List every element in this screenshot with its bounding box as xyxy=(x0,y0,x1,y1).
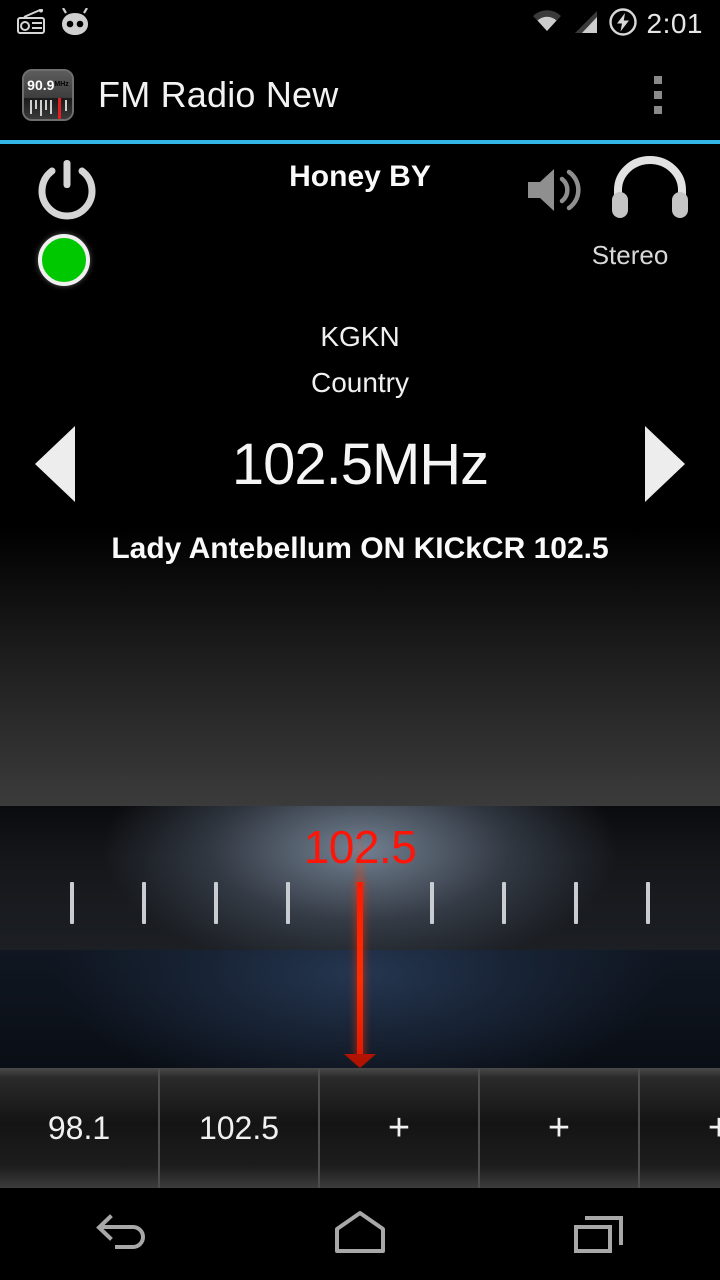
system-navigation-bar xyxy=(0,1188,720,1280)
recents-nav-button[interactable] xyxy=(520,1188,680,1280)
home-nav-icon xyxy=(329,1207,391,1262)
cell-signal-icon xyxy=(573,9,599,40)
preset-button-4[interactable]: + xyxy=(480,1068,640,1188)
frequency-row: 102.5MHz xyxy=(0,409,720,519)
station-call-sign: KGKN xyxy=(320,321,400,352)
status-bar-clock: 2:01 xyxy=(646,8,703,39)
tuner-tick xyxy=(430,882,434,924)
station-genre: Country xyxy=(310,367,410,398)
tuner-tick xyxy=(214,882,218,924)
status-bar-system-icons: 2:01 xyxy=(530,7,720,42)
preset-button-3[interactable]: + xyxy=(320,1068,480,1188)
page-title: FM Radio New xyxy=(98,74,339,115)
home-nav-button[interactable] xyxy=(280,1188,440,1280)
tuner-tick xyxy=(502,882,506,924)
preset-button-5[interactable]: + xyxy=(640,1068,720,1188)
tuner-needle[interactable] xyxy=(357,882,363,1060)
power-icon xyxy=(30,160,104,232)
rds-radio-text: Lady Antebellum ON KICkCR 102.5 xyxy=(111,532,609,565)
tuner-tick xyxy=(142,882,146,924)
preset-button-2[interactable]: 102.5 xyxy=(160,1068,320,1188)
speaker-volume-icon[interactable] xyxy=(524,162,594,223)
battery-charging-icon xyxy=(608,7,638,42)
app-icon-dial xyxy=(24,98,72,119)
tuner-tick xyxy=(70,882,74,924)
wifi-icon xyxy=(530,9,564,40)
overflow-menu-icon[interactable] xyxy=(644,66,672,124)
cyanogenmod-icon xyxy=(60,6,90,41)
current-frequency-display: 102.5MHz xyxy=(231,431,489,497)
status-bar: 2:01 xyxy=(0,0,720,48)
tuner-frequency-readout: 102.5 xyxy=(303,821,417,873)
back-nav-icon xyxy=(89,1207,151,1262)
tuner-tick xyxy=(646,882,650,924)
preset-button-bar: 98.1 102.5 + + + xyxy=(0,1068,720,1188)
stereo-mode-label: Stereo xyxy=(591,240,669,270)
app-icon-display: 90.9 MHz xyxy=(24,71,72,98)
action-bar: 90.9 MHz FM Radio New xyxy=(0,48,720,142)
status-led-indicator xyxy=(38,234,90,286)
tuner-needle-base xyxy=(344,1054,376,1068)
back-nav-button[interactable] xyxy=(40,1188,200,1280)
fm-radio-app-icon: 90.9 MHz xyxy=(22,69,74,121)
status-bar-notifications xyxy=(0,6,90,41)
preset-button-1[interactable]: 98.1 xyxy=(0,1068,160,1188)
tuner-tick xyxy=(574,882,578,924)
next-station-button[interactable] xyxy=(610,409,720,519)
fm-radio-app-screen: 2:01 90.9 MHz FM Radio New Honey BY Ster… xyxy=(0,0,720,1280)
headphone-icon xyxy=(608,156,692,227)
tuner-dial[interactable]: 102.5 xyxy=(0,806,720,1068)
fm-radio-notification-icon xyxy=(16,8,46,40)
previous-station-button[interactable] xyxy=(0,409,110,519)
tuner-tick xyxy=(286,882,290,924)
app-icon-frequency: 90.9 xyxy=(27,76,55,93)
previous-station-arrow-icon xyxy=(35,426,75,502)
radio-main-panel: Honey BY Stereo KGKN Country 102.5MHz La… xyxy=(0,144,720,806)
app-icon-needle xyxy=(58,98,61,119)
next-station-arrow-icon xyxy=(645,426,685,502)
app-icon-unit: MHz xyxy=(54,81,69,88)
recents-nav-icon xyxy=(569,1207,631,1262)
